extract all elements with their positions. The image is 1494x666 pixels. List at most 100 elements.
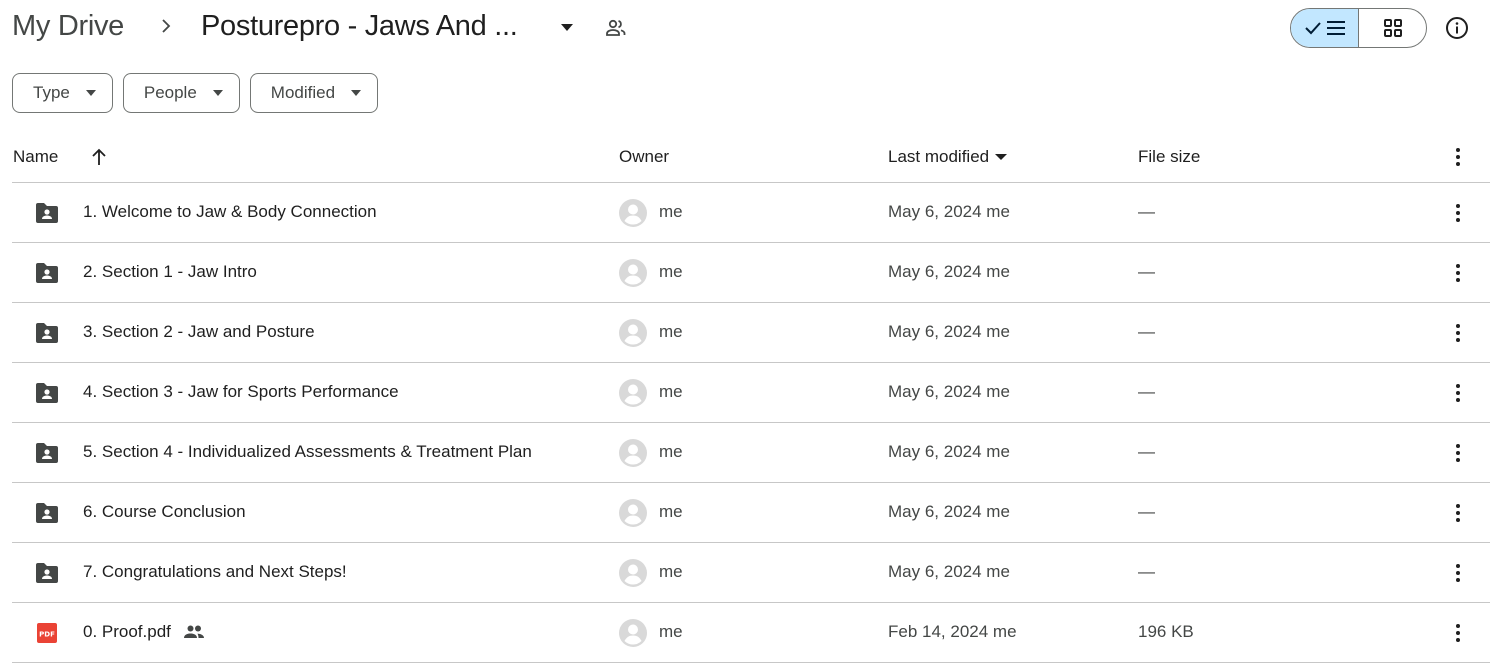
file-name-cell: 3. Section 2 - Jaw and Posture <box>83 322 315 342</box>
file-owner: me <box>659 382 683 401</box>
file-size: — <box>1138 562 1155 581</box>
file-row[interactable]: 2. Section 1 - Jaw Intro me May 6, 2024 … <box>12 243 1490 303</box>
file-owner: me <box>659 202 683 221</box>
view-toggle <box>1290 8 1427 48</box>
file-row[interactable]: 7. Congratulations and Next Steps! me Ma… <box>12 543 1490 603</box>
breadcrumb-current-folder[interactable]: Posturepro - Jaws And ... <box>201 10 518 43</box>
top-bar: My Drive Posturepro - Jaws And ... <box>0 0 1494 56</box>
more-vert-icon[interactable] <box>1448 321 1468 345</box>
shared-folder-icon <box>36 383 58 403</box>
file-name-cell: 4. Section 3 - Jaw for Sports Performanc… <box>83 382 399 402</box>
file-name: 6. Course Conclusion <box>83 502 246 521</box>
file-size: — <box>1138 262 1155 281</box>
default-avatar-icon <box>619 439 647 467</box>
file-row[interactable]: PDF 0. Proof.pdf me Feb 14, 2024 me 196 … <box>12 603 1490 663</box>
checkmark-icon <box>1304 22 1321 35</box>
filter-modified[interactable]: Modified <box>249 73 379 113</box>
info-icon[interactable] <box>1444 15 1470 41</box>
file-last-modified: May 6, 2024 me <box>888 442 1010 461</box>
file-name-cell: 7. Congratulations and Next Steps! <box>83 562 347 582</box>
default-avatar-icon <box>619 199 647 227</box>
file-name-cell: 5. Section 4 - Individualized Assessment… <box>83 442 532 462</box>
more-vert-icon[interactable] <box>1448 441 1468 465</box>
file-last-modified: May 6, 2024 me <box>888 562 1010 581</box>
file-owner: me <box>659 262 683 281</box>
file-size: — <box>1138 442 1155 461</box>
caret-down-icon <box>85 90 96 96</box>
list-icon <box>1326 21 1345 35</box>
file-last-modified: May 6, 2024 me <box>888 262 1010 281</box>
shared-folder-icon <box>36 323 58 343</box>
file-last-modified: May 6, 2024 me <box>888 502 1010 521</box>
file-owner: me <box>659 502 683 521</box>
default-avatar-icon <box>619 379 647 407</box>
more-vert-icon[interactable] <box>1448 381 1468 405</box>
default-avatar-icon <box>619 499 647 527</box>
default-avatar-icon <box>619 559 647 587</box>
more-vert-icon[interactable] <box>1448 145 1468 169</box>
more-vert-icon[interactable] <box>1448 621 1468 645</box>
column-header-last-modified-label: Last modified <box>888 147 990 166</box>
column-header-last-modified[interactable]: Last modified <box>888 147 1008 167</box>
more-vert-icon[interactable] <box>1448 501 1468 525</box>
breadcrumb-my-drive[interactable]: My Drive <box>12 10 124 43</box>
filter-modified-label: Modified <box>270 83 336 102</box>
file-list: Name Owner Last modified File size 1. We… <box>12 133 1490 663</box>
more-vert-icon[interactable] <box>1448 201 1468 225</box>
more-vert-icon[interactable] <box>1448 561 1468 585</box>
file-name: 7. Congratulations and Next Steps! <box>83 562 347 581</box>
caret-down-icon[interactable] <box>560 22 574 32</box>
file-name: 0. Proof.pdf <box>83 622 171 641</box>
filter-bar: Type People Modified <box>12 73 379 113</box>
shared-people-icon <box>606 19 626 36</box>
arrow-up-icon[interactable] <box>90 147 108 167</box>
svg-text:PDF: PDF <box>39 631 55 639</box>
file-name-cell: 1. Welcome to Jaw & Body Connection <box>83 202 377 222</box>
shared-folder-icon <box>36 503 58 523</box>
file-name-cell: 6. Course Conclusion <box>83 502 246 522</box>
pdf-icon: PDF <box>37 623 57 643</box>
file-name-cell: 0. Proof.pdf <box>83 622 205 642</box>
file-owner: me <box>659 322 683 341</box>
file-last-modified: May 6, 2024 me <box>888 382 1010 401</box>
file-owner: me <box>659 562 683 581</box>
file-row[interactable]: 4. Section 3 - Jaw for Sports Performanc… <box>12 363 1490 423</box>
filter-people-label: People <box>143 83 197 102</box>
file-row[interactable]: 1. Welcome to Jaw & Body Connection me M… <box>12 183 1490 243</box>
shared-folder-icon <box>36 443 58 463</box>
default-avatar-icon <box>619 259 647 287</box>
list-view-button[interactable] <box>1291 9 1359 47</box>
chevron-right-icon <box>162 19 171 33</box>
caret-down-icon <box>212 90 223 96</box>
file-last-modified: Feb 14, 2024 me <box>888 622 1017 641</box>
filter-type-label: Type <box>33 83 70 102</box>
filter-people[interactable]: People <box>122 73 240 113</box>
column-header-owner: Owner <box>619 147 670 166</box>
shared-folder-icon <box>36 563 58 583</box>
caret-down-icon <box>995 154 1008 160</box>
file-last-modified: May 6, 2024 me <box>888 202 1010 221</box>
file-last-modified: May 6, 2024 me <box>888 322 1010 341</box>
default-avatar-icon <box>619 319 647 347</box>
column-header-name[interactable]: Name <box>13 147 58 167</box>
file-name: 5. Section 4 - Individualized Assessment… <box>83 442 532 461</box>
file-name: 4. Section 3 - Jaw for Sports Performanc… <box>83 382 399 401</box>
more-vert-icon[interactable] <box>1448 261 1468 285</box>
file-name: 3. Section 2 - Jaw and Posture <box>83 322 315 341</box>
file-owner: me <box>659 442 683 461</box>
file-row[interactable]: 3. Section 2 - Jaw and Posture me May 6,… <box>12 303 1490 363</box>
file-list-header: Name Owner Last modified File size <box>12 133 1490 183</box>
file-size: — <box>1138 502 1155 521</box>
people-icon <box>183 625 204 638</box>
file-name-cell: 2. Section 1 - Jaw Intro <box>83 262 257 282</box>
grid-view-button[interactable] <box>1359 9 1426 47</box>
file-row[interactable]: 5. Section 4 - Individualized Assessment… <box>12 423 1490 483</box>
file-name: 1. Welcome to Jaw & Body Connection <box>83 202 377 221</box>
file-size: — <box>1138 322 1155 341</box>
file-row[interactable]: 6. Course Conclusion me May 6, 2024 me — <box>12 483 1490 543</box>
default-avatar-icon <box>619 619 647 647</box>
file-name: 2. Section 1 - Jaw Intro <box>83 262 257 281</box>
column-header-file-size[interactable]: File size <box>1138 147 1200 167</box>
filter-type[interactable]: Type <box>12 73 113 113</box>
grid-icon <box>1383 19 1402 37</box>
